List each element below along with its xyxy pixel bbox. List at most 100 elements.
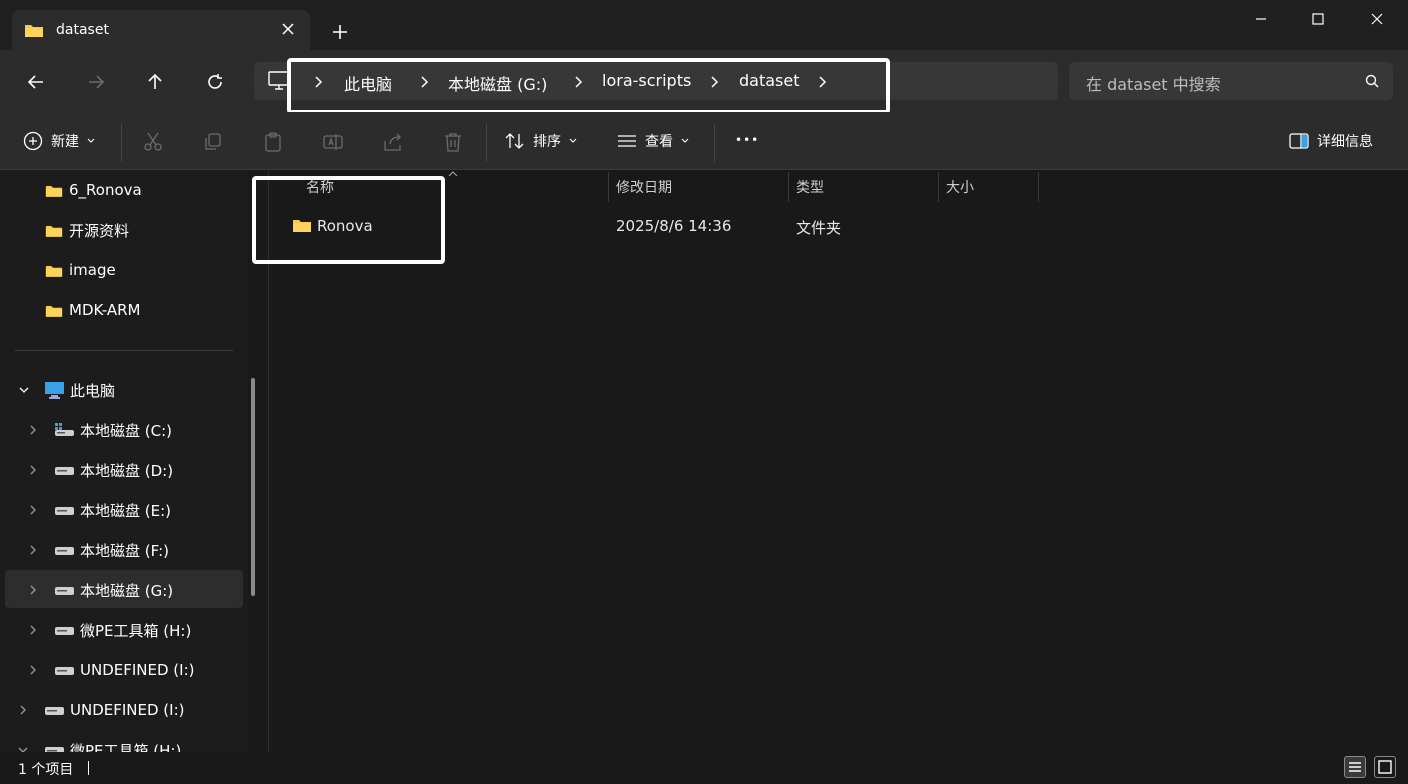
file-type: 文件夹 — [796, 219, 842, 237]
folder-icon — [45, 225, 63, 237]
chevron-right-icon[interactable] — [27, 624, 39, 636]
folder-icon — [25, 25, 43, 37]
new-button[interactable]: 新建 — [23, 131, 95, 151]
details-pane-icon — [1289, 133, 1309, 149]
chevron-down-icon[interactable] — [18, 384, 30, 396]
chevron-right-icon[interactable] — [27, 504, 39, 516]
tab-dataset[interactable]: dataset — [12, 10, 310, 50]
chevron-right-icon[interactable] — [27, 424, 39, 436]
new-label: 新建 — [51, 134, 79, 150]
sidebar-item-drive-i[interactable]: UNDEFINED (I:) — [55, 652, 194, 688]
sidebar-item-drive-g[interactable]: 本地磁盘 (G:) — [55, 572, 173, 608]
sidebar-item-drive-d[interactable]: 本地磁盘 (D:) — [55, 452, 173, 488]
chevron-down-icon — [87, 138, 95, 143]
sidebar-item-label: UNDEFINED (I:) — [70, 701, 185, 719]
chevron-right-icon[interactable] — [27, 544, 39, 556]
sidebar-item-mdk-arm[interactable]: MDK-ARM — [45, 292, 140, 328]
minimize-button[interactable] — [1238, 6, 1284, 32]
back-button[interactable] — [24, 70, 48, 94]
search-icon — [1365, 74, 1379, 88]
forward-button[interactable] — [84, 70, 108, 94]
column-header-type[interactable]: 类型 — [796, 177, 824, 197]
up-button[interactable] — [143, 70, 167, 94]
copy-icon[interactable] — [202, 131, 224, 153]
sidebar-item-label: 本地磁盘 (G:) — [80, 581, 174, 600]
thumbnail-view-icon — [1378, 760, 1392, 774]
drive-icon — [55, 667, 74, 675]
column-header-size[interactable]: 大小 — [946, 177, 974, 197]
column-divider[interactable] — [938, 172, 939, 202]
close-window-button[interactable] — [1354, 6, 1400, 32]
thumbnail-view-button[interactable] — [1374, 756, 1396, 778]
list-view-icon — [1349, 762, 1361, 772]
chevron-right-icon[interactable] — [27, 584, 39, 596]
sidebar-item-drive-e[interactable]: 本地磁盘 (E:) — [55, 492, 171, 528]
chevron-right-icon[interactable] — [27, 664, 39, 676]
maximize-icon — [1312, 13, 1324, 25]
drive-icon — [55, 547, 74, 555]
toolbar-divider — [121, 124, 122, 162]
drive-icon — [55, 627, 74, 635]
sidebar-divider — [15, 350, 233, 351]
sidebar-item-label: 本地磁盘 (C:) — [80, 421, 172, 440]
arrow-left-icon — [27, 75, 43, 89]
item-count: 1 个项目 — [18, 762, 74, 778]
sidebar-item-label: MDK-ARM — [69, 301, 141, 319]
tab-label: dataset — [56, 22, 109, 38]
sidebar-item-label: 本地磁盘 (E:) — [80, 501, 172, 520]
delete-icon[interactable] — [442, 131, 464, 153]
sidebar-item-label: 微PE工具箱 (H:) — [70, 741, 182, 753]
sort-button[interactable]: 排序 — [505, 131, 577, 151]
column-divider[interactable] — [788, 172, 789, 202]
sidebar-scrollbar[interactable] — [251, 378, 255, 596]
file-highlight-box — [252, 176, 445, 264]
plus-circle-icon — [23, 131, 43, 151]
column-header-modified[interactable]: 修改日期 — [616, 177, 672, 197]
chevron-right-icon[interactable] — [27, 464, 39, 476]
column-divider[interactable] — [1038, 172, 1039, 202]
status-divider — [88, 761, 89, 775]
more-options-button[interactable]: ••• — [735, 133, 759, 147]
sidebar-item-undefined-i[interactable]: UNDEFINED (I:) — [45, 692, 184, 728]
rename-icon[interactable] — [322, 131, 344, 153]
computer-icon — [45, 381, 64, 399]
view-label: 查看 — [645, 134, 673, 150]
view-button[interactable]: 查看 — [617, 131, 689, 151]
sidebar-item-this-pc[interactable]: 此电脑 — [45, 372, 115, 408]
sort-label: 排序 — [533, 134, 561, 150]
drive-icon — [55, 467, 74, 475]
sidebar-item-drive-c[interactable]: 本地磁盘 (C:) — [55, 412, 172, 448]
sidebar-item-pe-h[interactable]: 微PE工具箱 (H:) — [45, 732, 181, 752]
sort-up-icon — [448, 171, 458, 177]
new-tab-icon[interactable] — [330, 22, 350, 42]
chevron-right-icon[interactable] — [17, 704, 29, 716]
drive-icon — [45, 747, 64, 752]
cut-icon[interactable] — [142, 131, 164, 153]
arrow-up-icon — [148, 73, 162, 89]
sidebar-item-label: 本地磁盘 (F:) — [80, 541, 169, 560]
maximize-button[interactable] — [1295, 6, 1341, 32]
search-box[interactable]: 在 dataset 中搜索 — [1069, 62, 1393, 100]
sidebar-item-6-ronova[interactable]: 6_Ronova — [45, 172, 142, 208]
refresh-button[interactable] — [203, 70, 227, 94]
minimize-icon — [1256, 18, 1266, 20]
sidebar-item-open-source[interactable]: 开源资料 — [45, 212, 129, 248]
share-icon[interactable] — [382, 131, 404, 153]
sidebar-item-label: UNDEFINED (I:) — [80, 661, 195, 679]
sidebar-item-drive-h[interactable]: 微PE工具箱 (H:) — [55, 612, 191, 648]
sidebar-item-label: 此电脑 — [70, 381, 116, 400]
chevron-down-icon[interactable] — [17, 744, 29, 752]
file-modified: 2025/8/6 14:36 — [616, 217, 732, 235]
folder-icon — [45, 265, 63, 277]
folder-icon — [45, 185, 63, 197]
details-pane-button[interactable]: 详细信息 — [1289, 131, 1373, 151]
close-tab-icon[interactable] — [280, 21, 296, 37]
sidebar-item-drive-f[interactable]: 本地磁盘 (F:) — [55, 532, 169, 568]
system-drive-icon — [55, 423, 74, 436]
column-divider[interactable] — [608, 172, 609, 202]
details-view-button[interactable] — [1344, 756, 1366, 778]
paste-icon[interactable] — [262, 131, 284, 153]
sidebar-item-image[interactable]: image — [45, 252, 116, 288]
drive-icon — [55, 507, 74, 515]
sidebar-item-label: image — [69, 261, 116, 279]
